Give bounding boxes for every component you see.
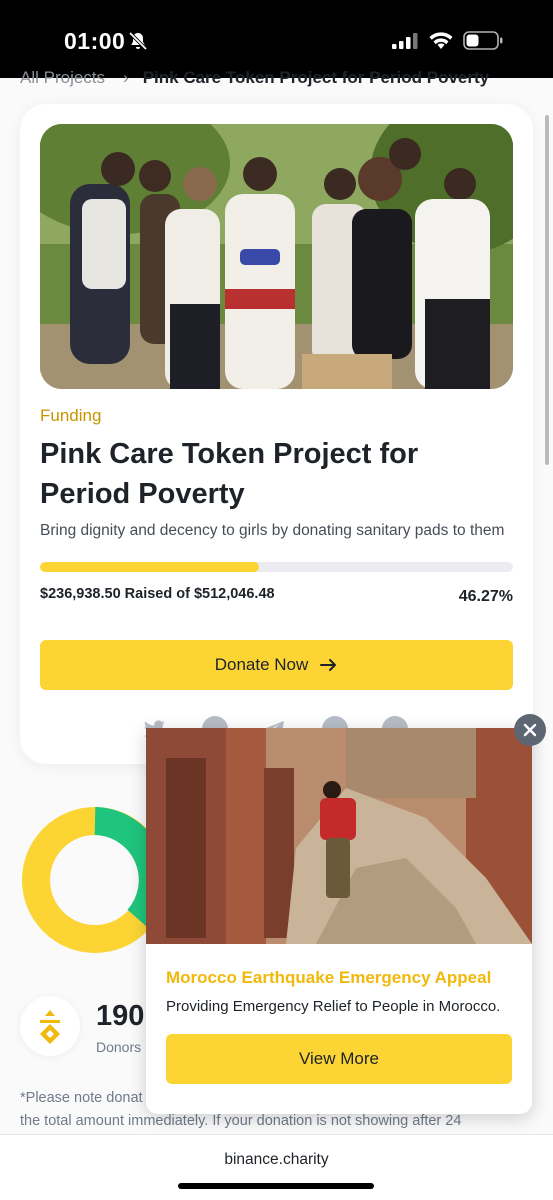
donate-now-button[interactable]: Donate Now <box>40 640 513 690</box>
amount-raised: $236,938.50 Raised of $512,046.48 <box>40 586 275 602</box>
donor-badge <box>20 996 80 1056</box>
browser-url-bar[interactable]: binance.charity <box>0 1134 553 1200</box>
donor-label: Donors <box>96 1039 142 1055</box>
project-title: Pink Care Token Project for Period Pover… <box>40 438 419 510</box>
donate-now-label: Donate Now <box>214 655 309 674</box>
donor-coin-icon <box>40 1010 60 1044</box>
funding-progress-fill <box>40 562 259 572</box>
popup-close-button[interactable] <box>514 714 546 746</box>
popup-description: Providing Emergency Relief to People in … <box>166 998 501 1015</box>
page-scrollbar[interactable] <box>545 115 549 465</box>
popup-title: Morocco Earthquake Emergency Appeal <box>166 968 492 987</box>
donor-count: 190 <box>96 1000 145 1032</box>
battery-icon <box>463 31 503 50</box>
funding-percent: 46.27% <box>458 588 513 605</box>
bell-muted-icon <box>128 31 148 51</box>
close-icon <box>523 723 537 737</box>
project-description: Bring dignity and decency to girls by do… <box>40 522 505 539</box>
emergency-appeal-popup: Morocco Earthquake Emergency Appeal Prov… <box>146 728 532 1114</box>
status-bar: 01:00 <box>0 0 553 78</box>
url-text[interactable]: binance.charity <box>0 1151 553 1169</box>
project-status-tag: Funding <box>40 406 102 425</box>
wifi-icon <box>429 32 453 49</box>
view-more-button[interactable]: View More <box>166 1034 512 1084</box>
breadcrumb: All Projects › Pink Care Token Project for… <box>20 68 540 90</box>
status-time: 01:00 <box>64 28 126 54</box>
earthquake-image <box>146 728 532 944</box>
arrow-right-icon <box>320 659 337 671</box>
project-hero-image <box>40 124 513 389</box>
home-indicator[interactable] <box>178 1183 374 1189</box>
funding-progress-bar <box>40 562 513 572</box>
project-card: Funding Pink Care Token Project for Peri… <box>20 104 533 764</box>
breadcrumb-current: Pink Care Token Project for Period Pover… <box>142 68 490 87</box>
cellular-signal-icon <box>392 33 418 49</box>
breadcrumb-separator: › <box>123 68 129 87</box>
breadcrumb-all-projects[interactable]: All Projects <box>20 68 105 87</box>
